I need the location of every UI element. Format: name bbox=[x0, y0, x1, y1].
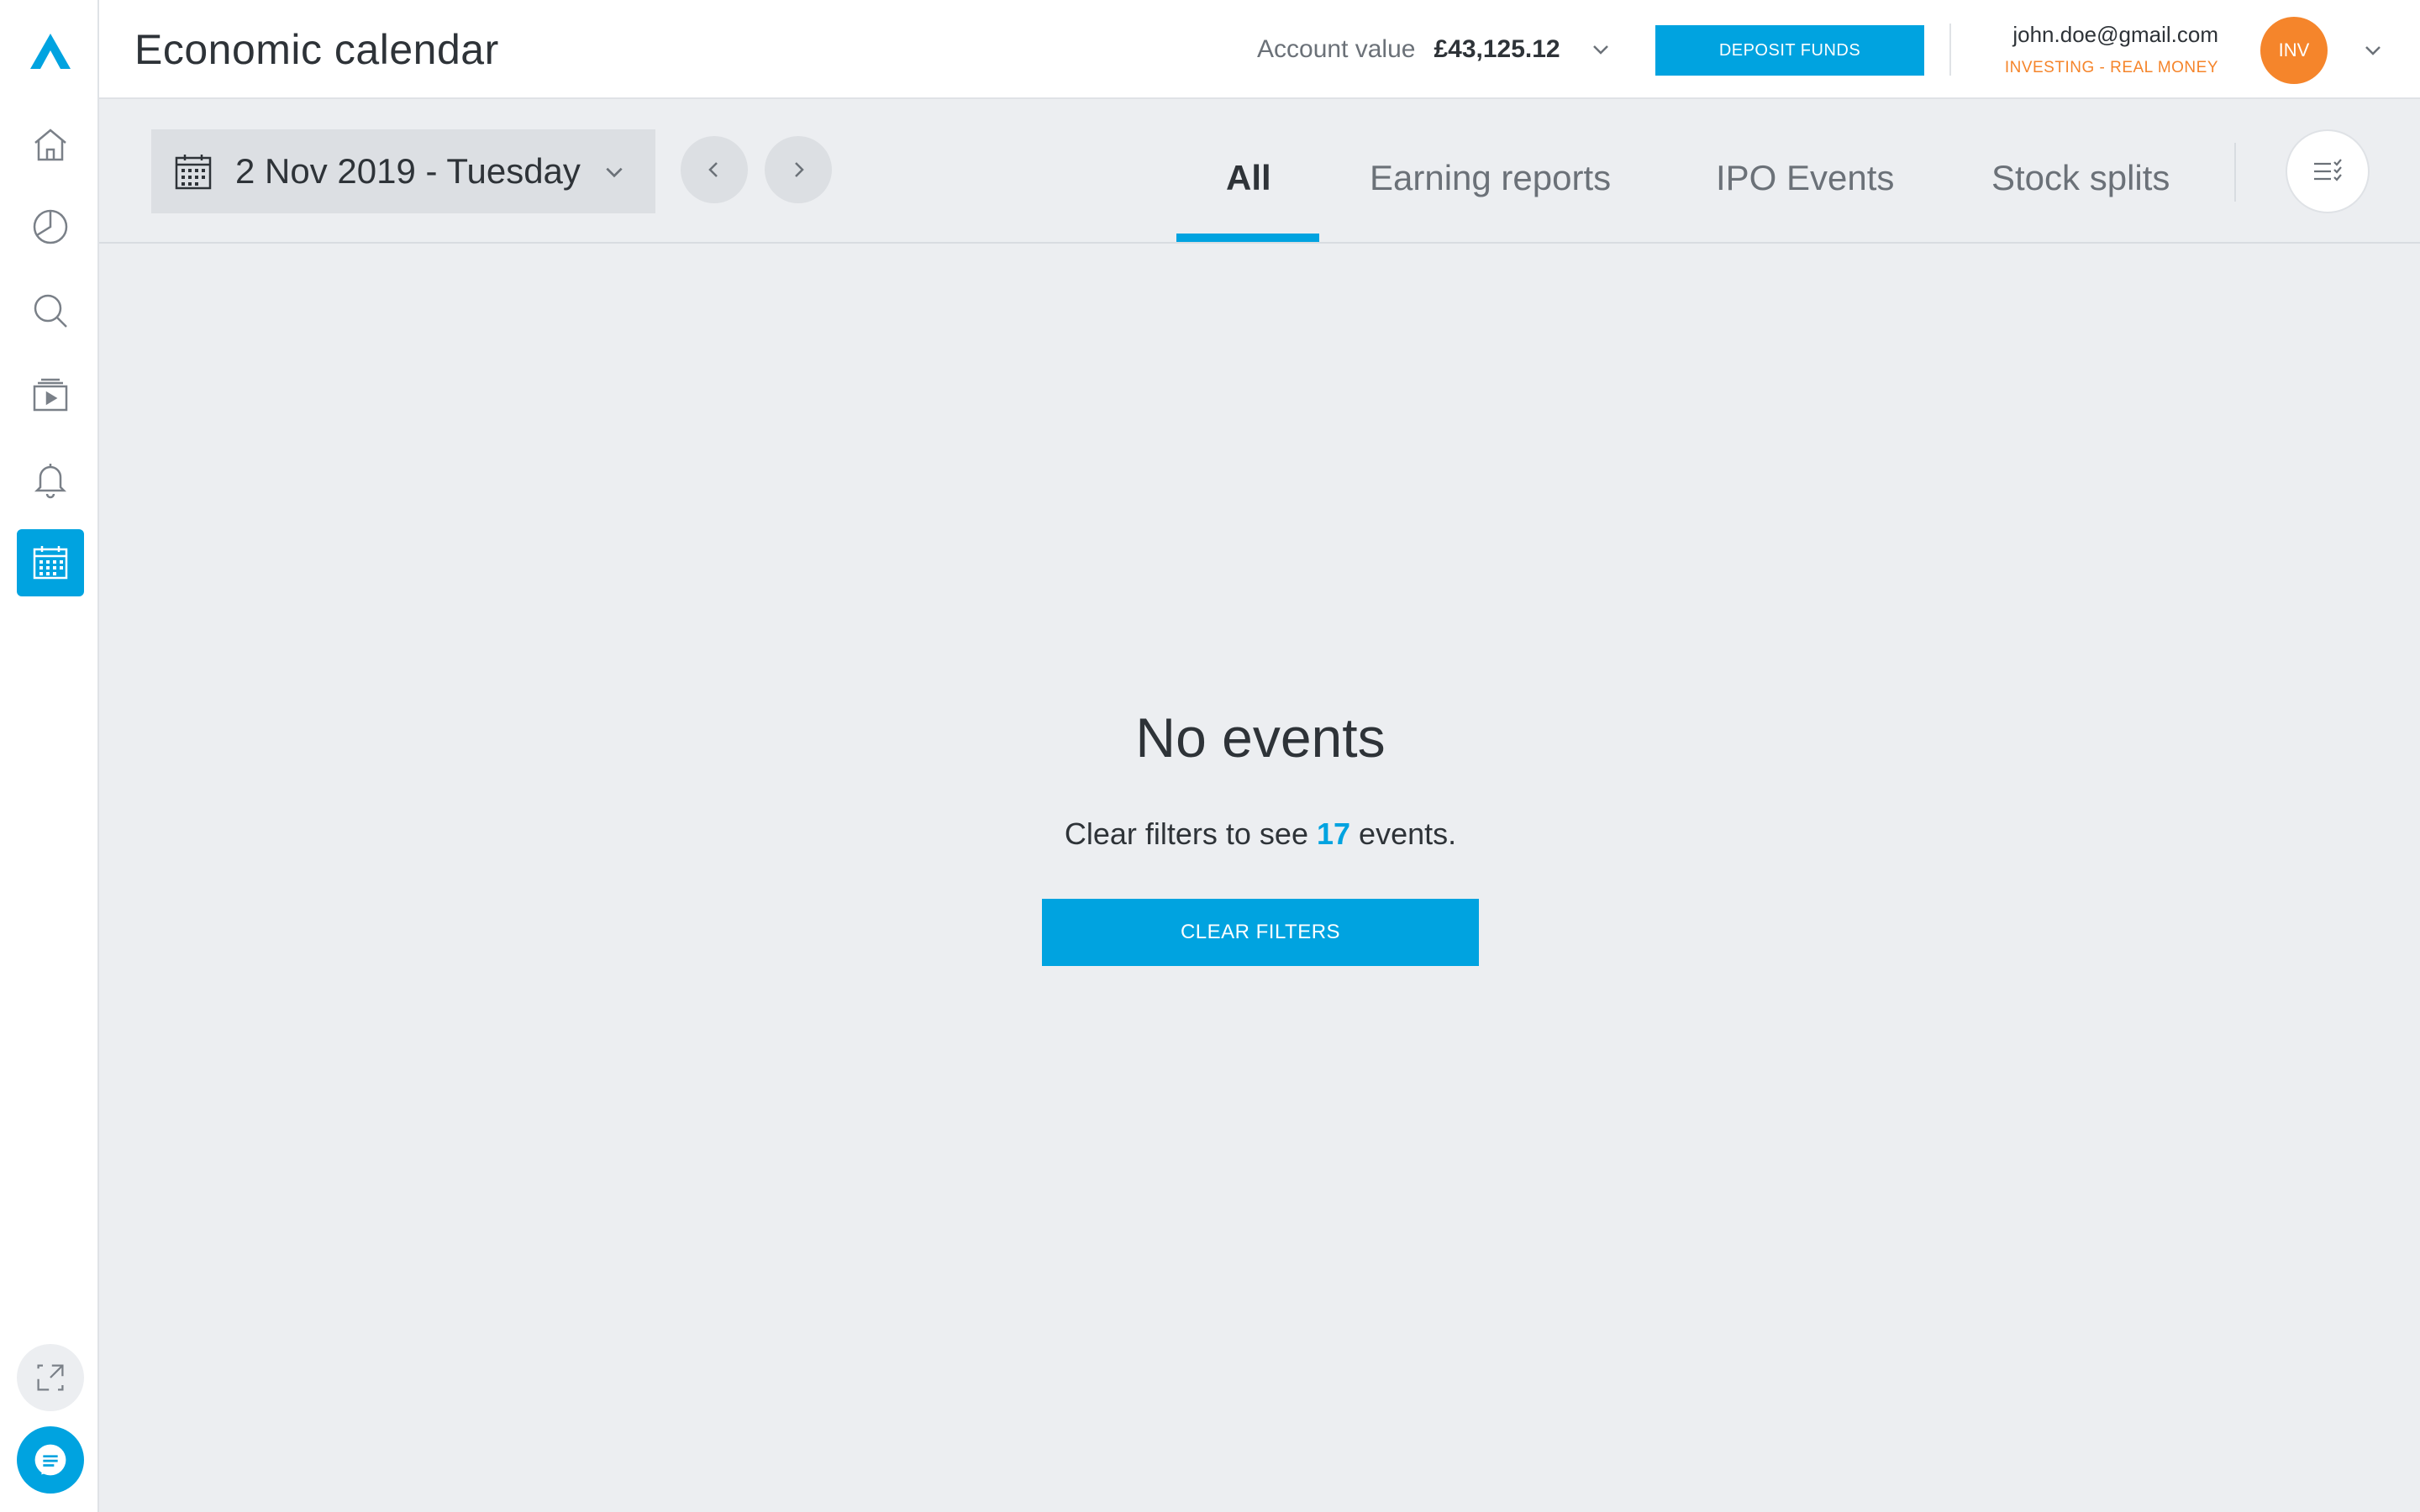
chat-button[interactable] bbox=[17, 1426, 84, 1494]
active-tab-indicator bbox=[1176, 234, 1319, 242]
tabs-divider bbox=[2234, 143, 2236, 202]
calendar-toolbar: 2 Nov 2019 - Tuesday All Earning reports… bbox=[99, 99, 2420, 244]
top-header: Economic calendar Account value £43,125.… bbox=[99, 0, 2420, 99]
account-value-amount: £43,125.12 bbox=[1434, 35, 1560, 63]
selected-date: 2 Nov 2019 - Tuesday bbox=[235, 151, 581, 191]
user-menu-chevron-icon[interactable] bbox=[2363, 40, 2383, 60]
filter-list-icon bbox=[2314, 159, 2342, 181]
sidebar-item-media[interactable] bbox=[17, 361, 84, 428]
account-value-dropdown[interactable]: Account value £43,125.12 bbox=[1257, 35, 1611, 64]
chat-icon bbox=[34, 1444, 66, 1476]
filter-button[interactable] bbox=[2286, 129, 2370, 213]
calendar-icon bbox=[175, 155, 212, 190]
video-library-icon bbox=[33, 378, 68, 412]
chevron-left-icon bbox=[708, 162, 718, 177]
deposit-funds-button[interactable]: DEPOSIT FUNDS bbox=[1655, 25, 1924, 76]
clear-filters-button[interactable]: CLEAR FILTERS bbox=[1042, 899, 1479, 966]
next-day-button[interactable] bbox=[765, 136, 832, 203]
sidebar-item-search[interactable] bbox=[17, 277, 84, 344]
app-logo[interactable] bbox=[29, 32, 72, 71]
header-divider bbox=[1949, 24, 1951, 76]
user-email: john.doe@gmail.com bbox=[2012, 22, 2218, 47]
message-suffix: events. bbox=[1359, 816, 1457, 851]
sidebar-item-calendar[interactable] bbox=[17, 529, 84, 596]
account-value-label: Account value bbox=[1257, 35, 1416, 63]
chevron-down-icon bbox=[1592, 45, 1608, 55]
tab-ipo-events[interactable]: IPO Events bbox=[1716, 158, 1894, 198]
empty-state-title: No events bbox=[1135, 706, 1386, 769]
tab-stock-splits[interactable]: Stock splits bbox=[1991, 158, 2170, 198]
previous-day-button[interactable] bbox=[681, 136, 748, 203]
search-icon bbox=[34, 294, 67, 328]
tab-earning-reports[interactable]: Earning reports bbox=[1370, 158, 1611, 198]
chevron-down-icon bbox=[606, 167, 623, 178]
home-icon bbox=[34, 129, 66, 161]
calendar-icon bbox=[33, 546, 68, 580]
tab-all[interactable]: All bbox=[1226, 158, 1271, 198]
expand-icon bbox=[37, 1364, 64, 1391]
message-prefix: Clear filters to see bbox=[1064, 816, 1308, 851]
empty-state-message: Clear filters to see 17 events. bbox=[630, 816, 1891, 852]
chevron-right-icon bbox=[795, 162, 804, 177]
sidebar-item-home[interactable] bbox=[17, 111, 84, 178]
page-title: Economic calendar bbox=[134, 26, 499, 73]
event-count: 17 bbox=[1316, 816, 1351, 851]
expand-button[interactable] bbox=[17, 1344, 84, 1411]
avatar[interactable]: INV bbox=[2260, 17, 2328, 84]
account-mode-label: INVESTING - REAL MONEY bbox=[2004, 59, 2218, 76]
bell-icon bbox=[34, 464, 67, 499]
sidebar-item-portfolio[interactable] bbox=[17, 193, 84, 260]
date-picker[interactable]: 2 Nov 2019 - Tuesday bbox=[151, 129, 655, 213]
sidebar bbox=[0, 0, 99, 1512]
pie-chart-icon bbox=[33, 209, 68, 244]
sidebar-item-alerts[interactable] bbox=[17, 445, 84, 512]
